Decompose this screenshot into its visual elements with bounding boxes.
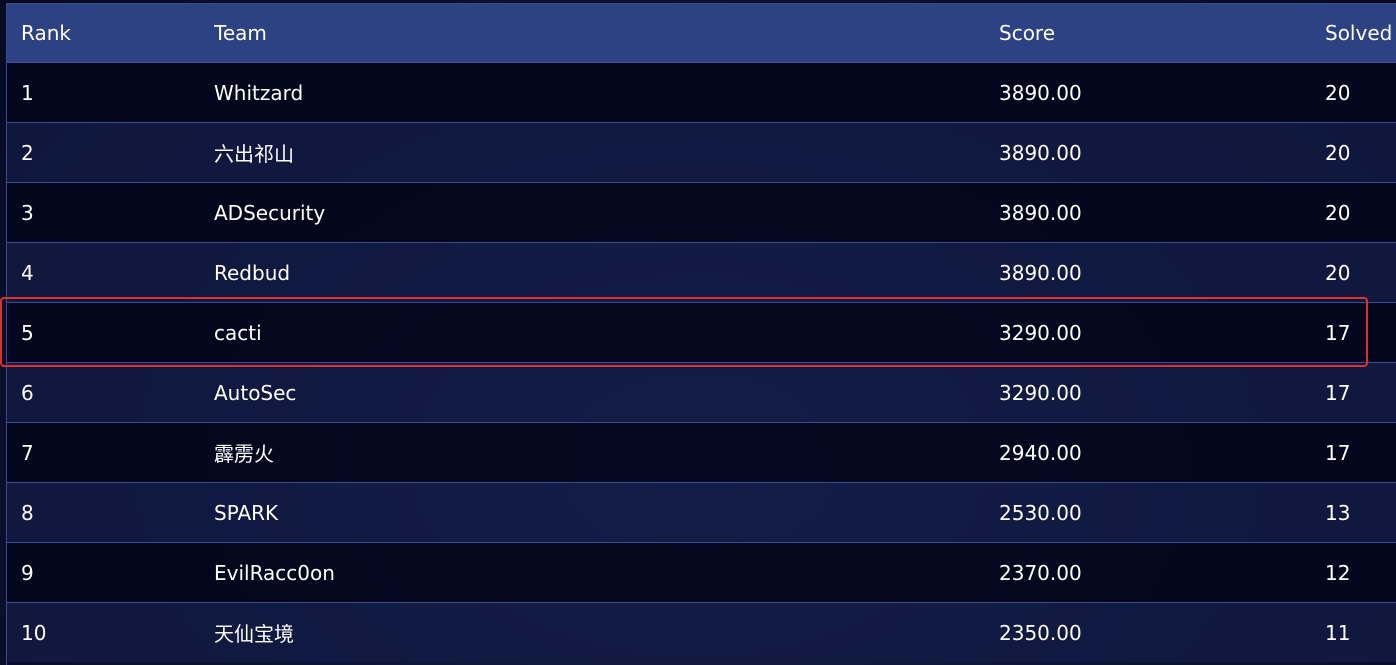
solved-cell: 11 [1325,620,1351,645]
score-cell: 3290.00 [999,320,1082,345]
rank-cell: 9 [21,560,34,585]
solved-cell: 17 [1325,440,1351,465]
solved-cell: 20 [1325,80,1351,105]
rank-cell: 6 [21,380,34,405]
score-cell: 3890.00 [999,260,1082,285]
score-cell: 2940.00 [999,440,1082,465]
table-body: 1 Whitzard 3890.00 20 2 六出祁山 3890.00 20 … [7,62,1396,663]
table-header: Rank Team Score Solved [7,4,1396,63]
rank-cell: 7 [21,440,34,465]
rank-cell: 5 [21,320,34,345]
solved-cell: 13 [1325,500,1351,525]
rank-cell: 10 [21,620,47,645]
column-header-solved[interactable]: Solved [1325,4,1396,63]
table-row-highlighted[interactable]: 5 cacti 3290.00 17 [7,302,1396,363]
score-cell: 2530.00 [999,500,1082,525]
table-row[interactable]: 2 六出祁山 3890.00 20 [7,122,1396,183]
team-name-cell[interactable]: 天仙宝境 [214,603,999,663]
table-row[interactable]: 3 ADSecurity 3890.00 20 [7,182,1396,243]
solved-cell: 17 [1325,380,1351,405]
score-cell: 3890.00 [999,140,1082,165]
rank-cell: 8 [21,500,34,525]
scoreboard-panel: Rank Team Score Solved 1 Whitzard 3890.0… [0,0,1396,665]
rank-cell: 1 [21,80,34,105]
header-row: Rank Team Score Solved [7,4,1396,63]
team-name-cell[interactable]: AutoSec [214,363,999,423]
team-name-cell[interactable]: 霹雳火 [214,423,999,483]
rank-cell: 4 [21,260,34,285]
scoreboard-table: Rank Team Score Solved 1 Whitzard 3890.0… [7,4,1396,662]
team-name-cell[interactable]: EvilRacc0on [214,543,999,603]
solved-cell: 20 [1325,200,1351,225]
table-row[interactable]: 10 天仙宝境 2350.00 11 [7,602,1396,663]
column-header-rank[interactable]: Rank [7,4,214,63]
team-name-cell[interactable]: Redbud [214,243,999,303]
score-cell: 3890.00 [999,80,1082,105]
score-cell: 3890.00 [999,200,1082,225]
team-name-cell[interactable]: SPARK [214,483,999,543]
column-header-score[interactable]: Score [999,4,1325,63]
column-header-team[interactable]: Team [214,4,999,63]
table-row[interactable]: 7 霹雳火 2940.00 17 [7,422,1396,483]
solved-cell: 17 [1325,320,1351,345]
solved-cell: 12 [1325,560,1351,585]
table-row[interactable]: 4 Redbud 3890.00 20 [7,242,1396,303]
solved-cell: 20 [1325,260,1351,285]
table-row[interactable]: 8 SPARK 2530.00 13 [7,482,1396,543]
score-cell: 2370.00 [999,560,1082,585]
rank-cell: 2 [21,140,34,165]
table-row[interactable]: 1 Whitzard 3890.00 20 [7,62,1396,123]
score-cell: 3290.00 [999,380,1082,405]
team-name-cell[interactable]: ADSecurity [214,183,999,243]
rank-cell: 3 [21,200,34,225]
table-row[interactable]: 9 EvilRacc0on 2370.00 12 [7,542,1396,603]
team-name-cell[interactable]: 六出祁山 [214,123,999,183]
score-cell: 2350.00 [999,620,1082,645]
team-name-cell[interactable]: Whitzard [214,63,999,123]
solved-cell: 20 [1325,140,1351,165]
table-row[interactable]: 6 AutoSec 3290.00 17 [7,362,1396,423]
team-name-cell[interactable]: cacti [214,303,999,363]
